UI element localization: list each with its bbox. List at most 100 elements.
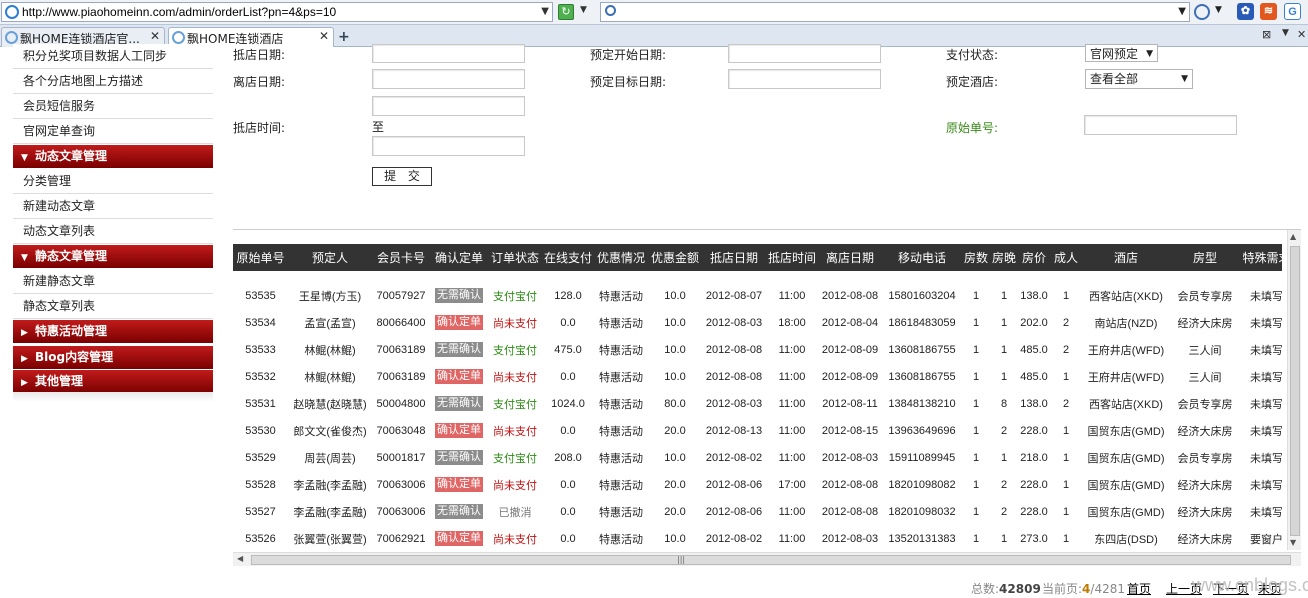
scroll-down-icon[interactable]: ▼ <box>1290 538 1296 547</box>
sidebar-header-other[interactable]: ▶ 其他管理 <box>13 370 213 393</box>
table-row[interactable]: 53530 郎文文(雀俊杰) 70063048 确认定单 尚未支付 0.0 特惠活动 20.0… <box>233 417 1282 444</box>
confirm-order-button[interactable]: 确认定单 <box>435 423 483 438</box>
sidebar-header-dynamic-articles[interactable]: ▼ 动态文章管理 <box>13 145 213 168</box>
table-cell: 53532 <box>245 370 276 383</box>
book-start-input[interactable] <box>728 44 881 63</box>
expand-right-icon: ▶ <box>21 354 28 364</box>
table-cell: 无需确认 <box>430 282 488 309</box>
horizontal-scrollbar[interactable]: ◀ ||| <box>233 552 1301 566</box>
confirm-order-button[interactable]: 确认定单 <box>435 315 483 330</box>
table-cell: 1 <box>1000 289 1008 302</box>
vertical-scrollbar[interactable]: ▲ ▼ <box>1287 230 1301 550</box>
rss-icon[interactable]: ≋ <box>1260 3 1277 20</box>
table-row[interactable]: 53535 王星博(方玉) 70057927 无需确认 支付宝付 128.0 特惠活动 10.… <box>233 282 1282 309</box>
table-cell: 特惠活动 <box>599 425 643 438</box>
chevron-down-icon: ▼ <box>1146 49 1153 59</box>
sidebar-shadow <box>13 392 213 402</box>
baidu-icon[interactable]: ✿ <box>1237 3 1254 20</box>
scroll-up-icon[interactable]: ▲ <box>1290 232 1296 241</box>
search-dropdown-icon[interactable]: ▼ <box>1178 6 1186 17</box>
sidebar-item-points-sync[interactable]: 积分兑奖项目数据人工同步 <box>13 44 213 69</box>
table-cell: 53535 <box>245 289 276 302</box>
table-row[interactable]: 53527 李孟融(李孟融) 70063006 无需确认 已撤消 0.0 特惠活动 20.0 2… <box>233 498 1282 525</box>
horizontal-scroll-thumb[interactable]: ||| <box>251 555 1291 565</box>
table-row[interactable]: 53534 孟宣(孟宣) 80066400 确认定单 尚未支付 0.0 特惠活动 10.0 20… <box>233 309 1282 336</box>
order-no-input[interactable] <box>1084 115 1237 135</box>
table-cell: 11:00 <box>778 532 806 545</box>
tab-close-all-icon[interactable]: ✕ <box>1297 28 1306 41</box>
table-row[interactable]: 53528 李孟融(李孟融) 70063006 确认定单 尚未支付 0.0 特惠活动 20.0… <box>233 471 1282 498</box>
page-icon <box>5 31 18 44</box>
sidebar-item-label: 新建静态文章 <box>23 274 96 288</box>
search-button-icon[interactable] <box>1194 4 1210 20</box>
sidebar-header-promotions[interactable]: ▶ 特惠活动管理 <box>13 320 213 343</box>
scroll-left-icon[interactable]: ◀ <box>237 554 243 563</box>
column-header: 成人 <box>1050 244 1082 271</box>
browser-search-input[interactable]: ▼ <box>600 2 1190 22</box>
table-cell: 228.0 <box>1020 505 1048 518</box>
refresh-dropdown-icon[interactable]: ▼ <box>580 5 587 15</box>
tab-list-dropdown-icon[interactable]: ▼ <box>1282 28 1289 38</box>
sidebar-item-branch-map[interactable]: 各个分店地图上方描述 <box>13 69 213 94</box>
confirm-order-button[interactable]: 确认定单 <box>435 531 483 546</box>
sidebar-item-categories[interactable]: 分类管理 <box>13 169 213 194</box>
table-row[interactable]: 53526 张翼萱(张翼萱) 70062921 确认定单 尚未支付 0.0 特惠活动 10.0… <box>233 525 1282 549</box>
sidebar-item-static-list[interactable]: 静态文章列表 <box>13 294 213 319</box>
table-cell: 15801603204 <box>888 289 956 302</box>
table-cell: 未填写 <box>1250 317 1282 330</box>
table-row[interactable]: 53529 周芸(周芸) 50001817 无需确认 支付宝付 208.0 特惠活动 10.0… <box>233 444 1282 471</box>
sidebar-item-order-query[interactable]: 官网定单查询 <box>13 119 213 144</box>
close-icon[interactable]: ✕ <box>319 29 329 43</box>
column-header: 优惠情况 <box>594 244 648 271</box>
google-icon[interactable]: G <box>1284 3 1301 20</box>
table-cell: 未填写 <box>1250 452 1282 465</box>
pager-first-link[interactable]: 首页 <box>1127 580 1151 597</box>
table-cell: 郎文文(雀俊杰) <box>293 425 367 438</box>
new-tab-icon[interactable]: + <box>338 29 350 45</box>
submit-button[interactable]: 提 交 <box>372 167 432 186</box>
tab-list-icon[interactable]: ⊠ <box>1262 28 1271 41</box>
url-dropdown-icon[interactable]: ▼ <box>541 6 549 17</box>
order-status: 尚未支付 <box>493 371 537 384</box>
url-input[interactable]: http://www.piaohomeinn.com/admin/orderLi… <box>1 2 553 22</box>
sidebar-item-sms[interactable]: 会员短信服务 <box>13 94 213 119</box>
table-cell: 0.0 <box>560 478 576 491</box>
search-engine-dropdown-icon[interactable]: ▼ <box>1215 5 1222 15</box>
table-cell: 经济大床房 <box>1177 317 1233 330</box>
refresh-icon[interactable]: ↻ <box>558 4 574 20</box>
checkin-time-end-input[interactable] <box>372 136 525 156</box>
sidebar-item-new-static[interactable]: 新建静态文章 <box>13 269 213 294</box>
pay-status-select[interactable]: 官网预定 ▼ <box>1085 44 1158 62</box>
close-icon[interactable]: ✕ <box>150 29 160 43</box>
sidebar-header-static-articles[interactable]: ▼ 静态文章管理 <box>13 245 213 268</box>
table-cell: 11:00 <box>778 397 806 410</box>
hotel-select[interactable]: 查看全部 ▼ <box>1085 69 1193 89</box>
address-bar: http://www.piaohomeinn.com/admin/orderLi… <box>0 0 1308 25</box>
book-start-label: 预定开始日期: <box>590 48 667 62</box>
table-row[interactable]: 53531 赵晓慧(赵晓慧) 50004800 无需确认 支付宝付 1024.0 特惠活动 8… <box>233 390 1282 417</box>
search-icon <box>605 5 616 16</box>
table-cell: 确认定单 <box>430 525 488 549</box>
checkin-date-input[interactable] <box>372 44 525 63</box>
checkout-date-input-2[interactable] <box>372 96 525 116</box>
table-cell: 1 <box>1000 316 1008 329</box>
table-cell: 经济大床房 <box>1177 479 1233 492</box>
table-row[interactable]: 53533 林鲲(林鲲) 70063189 无需确认 支付宝付 475.0 特惠活动 10.0… <box>233 336 1282 363</box>
pager-current: 当前页:4/4281 <box>1042 580 1125 597</box>
table-cell: 2012-08-11 <box>822 397 878 410</box>
book-target-input[interactable] <box>728 69 881 89</box>
table-cell: 2012-08-06 <box>705 505 763 518</box>
table-cell: 0.0 <box>560 505 576 518</box>
sidebar-item-new-dynamic[interactable]: 新建动态文章 <box>13 194 213 219</box>
table-cell: 20.0 <box>664 478 686 491</box>
confirm-order-button[interactable]: 确认定单 <box>435 477 483 492</box>
checkout-date-input[interactable] <box>372 69 525 89</box>
table-row[interactable]: 53532 林鲲(林鲲) 70063189 确认定单 尚未支付 0.0 特惠活动 10.0 20… <box>233 363 1282 390</box>
table-cell: 1 <box>972 532 980 545</box>
table-cell: 0.0 <box>560 316 576 329</box>
confirm-order-button[interactable]: 确认定单 <box>435 369 483 384</box>
vertical-scroll-thumb[interactable] <box>1290 246 1300 536</box>
sidebar-item-dynamic-list[interactable]: 动态文章列表 <box>13 219 213 244</box>
sidebar-header-blog[interactable]: ▶ Blog内容管理 <box>13 346 213 369</box>
sidebar-item-label: 各个分店地图上方描述 <box>23 74 144 88</box>
